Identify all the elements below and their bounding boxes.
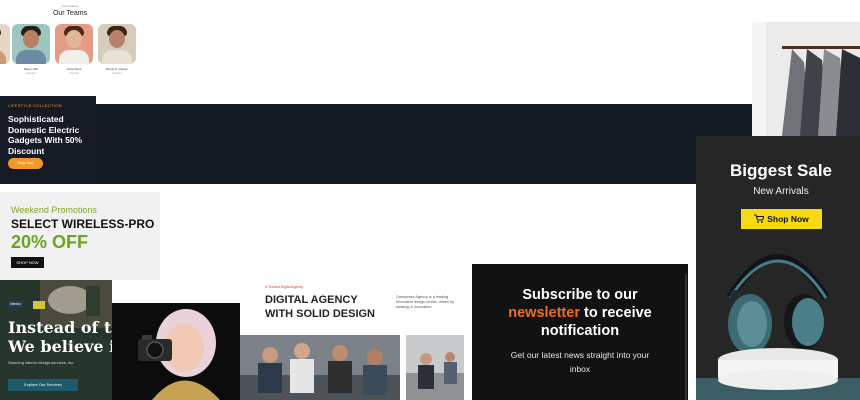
- promo-tag: Weekend Promotions: [11, 205, 97, 215]
- agency-body: Omnipress Agency is a leading innovative…: [396, 295, 455, 309]
- shop-now-button[interactable]: Shop Now: [8, 158, 43, 169]
- newsletter-headline-line2: newsletter to receive: [508, 305, 652, 321]
- team-subtitle: Our Leaders: [61, 4, 79, 8]
- team-member-name: Brody K. Hunter: [106, 67, 128, 71]
- newsletter-banner: Subscribe to our newsletter to receive n…: [472, 264, 688, 400]
- promo-title: SELECT WIRELESS-PRO: [11, 217, 155, 231]
- digital-agency-banner: A Trusted Digital Agency DIGITAL AGENCY …: [240, 280, 464, 400]
- interior-banner: Interior Instead of th We believe i Stun…: [0, 280, 112, 400]
- agency-headline: DIGITAL AGENCY WITH SOLID DESIGN: [265, 294, 375, 320]
- team-avatar-2[interactable]: [55, 24, 93, 64]
- agency-tag: A Trusted Digital Agency: [265, 285, 303, 289]
- team-member-role: Founder: [26, 72, 36, 75]
- sale-title: Biggest Sale: [729, 161, 833, 180]
- team-member-name: Rayan Tan: [23, 67, 39, 71]
- interior-body: Stunning interior design services, wo: [8, 360, 74, 365]
- newsletter-body: Get our latest news straight into your i…: [510, 350, 650, 374]
- team-title: Our Teams: [52, 10, 88, 17]
- shop-now-button[interactable]: Shop Now: [741, 209, 822, 229]
- our-teams-card: Our Leaders Our Teams Rayan Tan Founder …: [0, 0, 140, 86]
- sale-subtitle: New Arrivals: [753, 186, 809, 197]
- newsletter-headline-line1: Subscribe to our: [522, 287, 638, 303]
- lifestyle-banner: LIFESTYLE COLLECTION Sophisticated Domes…: [0, 96, 96, 184]
- lifestyle-tag: LIFESTYLE COLLECTION: [8, 103, 62, 108]
- biggest-sale-banner: Biggest Sale New Arrivals Shop Now: [696, 136, 860, 400]
- interior-tag-badge: [33, 301, 45, 309]
- team-avatar-partial: [0, 24, 10, 64]
- wireless-promo-banner: Weekend Promotions SELECT WIRELESS-PRO 2…: [0, 192, 160, 280]
- photographer-image: [112, 303, 240, 400]
- explore-services-button[interactable]: Explore Our Services: [8, 379, 78, 391]
- headphones-product-image: [696, 228, 860, 400]
- scrollbar[interactable]: [685, 274, 687, 400]
- team-member-role: Founder: [112, 72, 122, 75]
- team-member-role: Founder: [69, 72, 79, 75]
- team-avatar-3[interactable]: [98, 24, 136, 64]
- shop-now-button[interactable]: SHOP NOW: [11, 257, 44, 268]
- interior-headline: Instead of th We believe i: [8, 318, 112, 356]
- newsletter-headline-line3: notification: [540, 323, 620, 339]
- team-avatar-1[interactable]: [12, 24, 50, 64]
- clothes-rack-image: [752, 22, 860, 136]
- team-member-name: Anna Sons: [66, 67, 82, 71]
- dark-banner-strip: [96, 104, 756, 184]
- team-meeting-photo: [240, 335, 400, 400]
- lifestyle-title: Sophisticated Domestic Electric Gadgets …: [8, 114, 83, 156]
- promo-offer: 20% OFF: [11, 232, 89, 252]
- office-photo: [406, 335, 464, 400]
- interior-tag: Interior: [8, 301, 23, 307]
- cart-icon: [754, 210, 765, 230]
